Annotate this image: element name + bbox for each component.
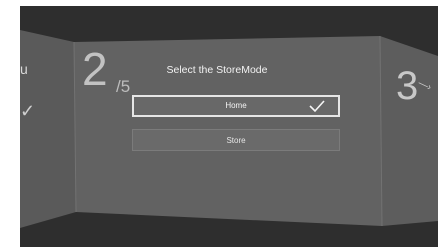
tv-screen: u ✓ 2 /5 Select the StoreMode Home Store… bbox=[20, 6, 438, 247]
option-store-label: Store bbox=[226, 136, 246, 145]
previous-step-fragment: u bbox=[20, 61, 28, 77]
previous-step-panel[interactable] bbox=[20, 30, 76, 228]
check-icon bbox=[309, 100, 325, 113]
option-home[interactable]: Home bbox=[132, 95, 340, 117]
option-store[interactable]: Store bbox=[132, 129, 340, 151]
previous-check-icon: ✓ bbox=[20, 101, 36, 121]
next-step-number: 3 bbox=[396, 64, 419, 108]
step-current: 2 bbox=[82, 43, 108, 95]
step-total: /5 bbox=[116, 77, 131, 96]
page-title: Select the StoreMode bbox=[166, 64, 268, 76]
option-home-label: Home bbox=[225, 101, 247, 110]
